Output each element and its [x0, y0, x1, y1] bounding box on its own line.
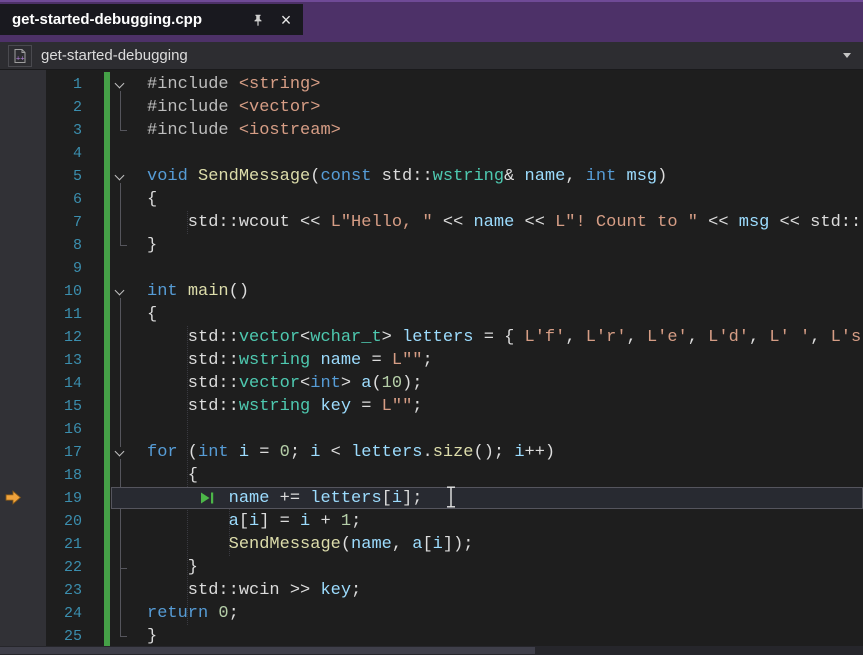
- tab-bar: get-started-debugging.cpp ×: [0, 0, 863, 42]
- code-line-15[interactable]: 15 std::wstring key = L"";: [0, 395, 863, 418]
- code-text: {: [147, 303, 157, 326]
- line-number: 21: [46, 533, 82, 556]
- code-line-24[interactable]: 24 return 0;: [0, 602, 863, 625]
- horizontal-scrollbar[interactable]: [0, 646, 863, 655]
- code-line-19[interactable]: 19 name += letters[i];: [0, 487, 863, 510]
- tab-get-started-debugging-cpp[interactable]: get-started-debugging.cpp ×: [0, 4, 303, 35]
- code-line-16[interactable]: 16: [0, 418, 863, 441]
- code-text: for (int i = 0; i < letters.size(); i++): [147, 441, 555, 464]
- line-number: 17: [46, 441, 82, 464]
- fold-chevron-icon[interactable]: [114, 79, 126, 91]
- code-line-23[interactable]: 23 std::wcin >> key;: [0, 579, 863, 602]
- code-text: }: [147, 625, 157, 648]
- code-line-13[interactable]: 13 std::wstring name = L"";: [0, 349, 863, 372]
- code-line-14[interactable]: 14 std::vector<int> a(10);: [0, 372, 863, 395]
- code-line-8[interactable]: 8}: [0, 234, 863, 257]
- code-text: void SendMessage(const std::wstring& nam…: [147, 165, 667, 188]
- code-text: std::wstring name = L"";: [147, 349, 433, 372]
- code-line-18[interactable]: 18 {: [0, 464, 863, 487]
- line-number: 3: [46, 119, 82, 142]
- close-icon[interactable]: ×: [277, 11, 295, 29]
- line-number: 19: [46, 487, 82, 510]
- line-number: 5: [46, 165, 82, 188]
- code-text: std::wcout << L"Hello, " << name << L"! …: [147, 211, 861, 234]
- line-number: 10: [46, 280, 82, 303]
- code-text: return 0;: [147, 602, 239, 625]
- chevron-down-icon[interactable]: [843, 53, 851, 58]
- line-number: 20: [46, 510, 82, 533]
- code-text: SendMessage(name, a[i]);: [147, 533, 473, 556]
- code-text: }: [147, 556, 198, 579]
- line-number: 11: [46, 303, 82, 326]
- mouse-text-cursor-icon: [445, 486, 457, 508]
- navbar-scope-dropdown[interactable]: get-started-debugging: [41, 47, 188, 64]
- vs-code-editor-window: get-started-debugging.cpp × ++ get-start…: [0, 0, 863, 655]
- code-line-10[interactable]: 10 int main(): [0, 280, 863, 303]
- tab-title: get-started-debugging.cpp: [12, 11, 239, 28]
- code-line-22[interactable]: 22 }: [0, 556, 863, 579]
- line-number: 22: [46, 556, 82, 579]
- code-text: #include <vector>: [147, 96, 320, 119]
- code-text: std::vector<int> a(10);: [147, 372, 422, 395]
- code-line-25[interactable]: 25}: [0, 625, 863, 648]
- line-number: 2: [46, 96, 82, 119]
- line-number: 18: [46, 464, 82, 487]
- line-number: 4: [46, 142, 82, 165]
- cpp-file-icon: ++: [8, 45, 32, 67]
- pin-icon[interactable]: [249, 11, 267, 29]
- code-text: #include <iostream>: [147, 119, 341, 142]
- code-line-17[interactable]: 17 for (int i = 0; i < letters.size(); i+…: [0, 441, 863, 464]
- code-line-3[interactable]: 3 #include <iostream>: [0, 119, 863, 142]
- line-number: 13: [46, 349, 82, 372]
- code-text: }: [147, 234, 157, 257]
- line-number: 16: [46, 418, 82, 441]
- line-number: 8: [46, 234, 82, 257]
- code-line-4[interactable]: 4: [0, 142, 863, 165]
- fold-chevron-icon[interactable]: [114, 447, 126, 459]
- code-text: int main(): [147, 280, 249, 303]
- code-text: #include <string>: [147, 73, 320, 96]
- code-line-20[interactable]: 20 a[i] = i + 1;: [0, 510, 863, 533]
- line-number: 14: [46, 372, 82, 395]
- line-number: 15: [46, 395, 82, 418]
- code-text: std::wcin >> key;: [147, 579, 361, 602]
- line-number: 12: [46, 326, 82, 349]
- navigation-bar: ++ get-started-debugging: [0, 42, 863, 70]
- fold-chevron-icon[interactable]: [114, 171, 126, 183]
- code-text: {: [147, 188, 157, 211]
- run-to-click-icon[interactable]: [200, 491, 215, 505]
- line-number: 7: [46, 211, 82, 234]
- code-text: std::wstring key = L"";: [147, 395, 422, 418]
- line-number: 24: [46, 602, 82, 625]
- current-statement-arrow-icon[interactable]: [5, 489, 22, 506]
- code-line-9[interactable]: 9: [0, 257, 863, 280]
- code-line-1[interactable]: 1 #include <string>: [0, 73, 863, 96]
- code-line-6[interactable]: 6{: [0, 188, 863, 211]
- code-line-11[interactable]: 11 {: [0, 303, 863, 326]
- line-number: 25: [46, 625, 82, 648]
- code-line-21[interactable]: 21 SendMessage(name, a[i]);: [0, 533, 863, 556]
- code-text: a[i] = i + 1;: [147, 510, 361, 533]
- code-text: {: [147, 464, 198, 487]
- horizontal-scrollbar-thumb[interactable]: [0, 647, 535, 654]
- line-number: 6: [46, 188, 82, 211]
- code-text: name += letters[i];: [147, 487, 422, 510]
- code-line-2[interactable]: 2 #include <vector>: [0, 96, 863, 119]
- fold-chevron-icon[interactable]: [114, 286, 126, 298]
- code-editor[interactable]: 1 #include <string> 2 #include <vector> 3 #in…: [0, 70, 863, 655]
- code-line-12[interactable]: 12 std::vector<wchar_t> letters = { L'f'…: [0, 326, 863, 349]
- svg-text:++: ++: [16, 54, 24, 62]
- line-number: 9: [46, 257, 82, 280]
- code-line-5[interactable]: 5 void SendMessage(const std::wstring& na…: [0, 165, 863, 188]
- line-number: 23: [46, 579, 82, 602]
- code-line-7[interactable]: 7 std::wcout << L"Hello, " << name << L"…: [0, 211, 863, 234]
- line-number: 1: [46, 73, 82, 96]
- code-text: std::vector<wchar_t> letters = { L'f', L…: [147, 326, 861, 349]
